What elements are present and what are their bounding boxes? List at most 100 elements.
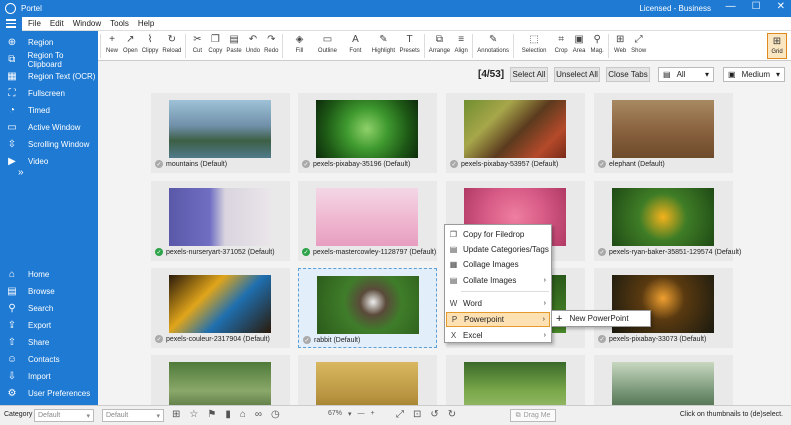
context-item-collage-images[interactable]: ▦ Collage Images — [446, 257, 550, 272]
thumbnail-card[interactable] — [298, 355, 437, 405]
check-circle-icon[interactable]: ✓ — [303, 336, 311, 344]
context-item-excel[interactable]: X Excel › — [446, 328, 550, 343]
thumbnail-card[interactable]: ✓ pexels-pixabay-53957 (Default) — [446, 93, 585, 173]
ribbon-copy-button[interactable]: ❐ Copy — [206, 31, 224, 54]
ribbon-clippy-button[interactable]: ⌇ Clippy — [140, 31, 161, 54]
thumbnail-card[interactable]: ✓ pexels-couleur-2317904 (Default) — [151, 268, 290, 348]
sidebar-item-fullscreen[interactable]: ⛶ Fullscreen — [0, 85, 98, 102]
thumbnail-card[interactable] — [151, 355, 290, 405]
sidebar-item-user-preferences[interactable]: ⚙ User Preferences — [0, 385, 98, 402]
menu-tools[interactable]: Tools — [110, 19, 129, 28]
bookmark-icon[interactable]: ▮ — [225, 409, 231, 420]
tag-icon[interactable]: ⌂ — [240, 409, 246, 420]
context-item-update-categories-tags[interactable]: ▤ Update Categories/Tags — [446, 242, 550, 257]
check-circle-icon[interactable]: ✓ — [302, 160, 310, 168]
thumbnail-image[interactable] — [316, 362, 418, 405]
ribbon-selection-button[interactable]: ⬚ Selection — [516, 31, 552, 54]
thumbnail-card[interactable]: ✓ pexels-mastercowley-1128797 (Default) — [298, 181, 437, 261]
select-all-button[interactable]: Select All — [510, 67, 548, 82]
zoom-out-icon[interactable]: — — [358, 410, 365, 418]
sidebar-item-scrolling-window[interactable]: ⇳ Scrolling Window — [0, 136, 98, 153]
sidebar-item-region[interactable]: ⊕ Region — [0, 34, 98, 51]
ribbon-web-button[interactable]: ⊞ Web — [611, 31, 629, 54]
minimize-button[interactable]: — — [726, 1, 736, 12]
ribbon-redo-button[interactable]: ↷ Redo — [262, 31, 280, 54]
ribbon-font-button[interactable]: A Font — [341, 31, 369, 54]
thumbnail-image[interactable] — [169, 362, 271, 405]
sidebar-item-search[interactable]: ⚲ Search — [0, 300, 98, 317]
sidebar-item-share[interactable]: ⇧ Share — [0, 334, 98, 351]
context-item-copy-for-filedrop[interactable]: ❐ Copy for Filedrop — [446, 227, 550, 242]
sidebar-item-export[interactable]: ⇪ Export — [0, 317, 98, 334]
sidebar-item-browse[interactable]: ▤ Browse — [0, 283, 98, 300]
thumbnail-image[interactable] — [612, 362, 714, 405]
thumbnail-image[interactable] — [317, 276, 419, 334]
thumbnail-image[interactable] — [612, 188, 714, 246]
context-item-collate-images[interactable]: ▤ Collate Images › — [446, 273, 550, 288]
ribbon-cut-button[interactable]: ✂ Cut — [188, 31, 206, 54]
thumbnail-image[interactable] — [316, 100, 418, 158]
zoom-in-icon[interactable]: + — [371, 410, 375, 418]
ribbon-fill-button[interactable]: ◈ Fill — [285, 31, 313, 54]
thumbnail-image[interactable] — [612, 100, 714, 158]
sidebar-expand-icon[interactable]: » — [18, 167, 24, 178]
thumbnail-card[interactable]: ✓ rabbit (Default) — [298, 268, 437, 348]
thumbnail-image[interactable] — [464, 362, 566, 405]
rotate-right-icon[interactable]: ↻ — [448, 409, 456, 420]
ribbon-show-button[interactable]: ⤢ Show — [629, 31, 648, 54]
zoom-control[interactable]: 67% ▾ — + — [328, 410, 375, 418]
thumbnail-size-select[interactable]: ▣ Medium ▾ — [723, 67, 785, 82]
close-button[interactable]: ✕ — [777, 1, 785, 12]
maximize-button[interactable]: ☐ — [752, 1, 761, 12]
fit-icon[interactable]: ⤢ — [396, 409, 404, 420]
close-tabs-button[interactable]: Close Tabs — [606, 67, 650, 82]
hamburger-menu-icon[interactable] — [0, 16, 22, 31]
menu-edit[interactable]: Edit — [50, 19, 64, 28]
check-circle-icon[interactable]: ✓ — [598, 248, 606, 256]
ribbon-new-button[interactable]: + New — [103, 31, 121, 54]
thumbnail-image[interactable] — [169, 100, 271, 158]
ribbon-outline-button[interactable]: ▭ Outline — [313, 31, 341, 54]
link-icon[interactable]: ∞ — [255, 409, 262, 420]
ribbon-crop-button[interactable]: ⌗ Crop — [552, 31, 570, 54]
sidebar-item-import[interactable]: ⇩ Import — [0, 368, 98, 385]
ribbon-reload-button[interactable]: ↻ Reload — [160, 31, 183, 54]
powerpoint-submenu[interactable]: + New PowerPoint — [551, 310, 651, 327]
check-circle-icon[interactable]: ✓ — [155, 160, 163, 168]
category-select[interactable]: Default ▾ — [34, 409, 94, 422]
context-item-powerpoint[interactable]: P Powerpoint › — [446, 312, 550, 327]
sidebar-item-video[interactable]: ▶ Video — [0, 153, 98, 170]
thumbnail-card[interactable]: ✓ elephant (Default) — [594, 93, 733, 173]
thumbnail-image[interactable] — [464, 100, 566, 158]
thumbnail-card[interactable]: ✓ pexels-ryan-baker-35851-129574 (Default… — [594, 181, 741, 261]
sidebar-item-region-text-ocr[interactable]: ▦ Region Text (OCR) — [0, 68, 98, 85]
sidebar-item-timed[interactable]: ◔ Timed — [0, 102, 98, 119]
ribbon-annotations-button[interactable]: ✎ Annotations — [475, 31, 511, 54]
check-circle-icon[interactable]: ✓ — [450, 160, 458, 168]
ribbon-arrange-button[interactable]: ⧉ Arrange — [427, 31, 452, 54]
check-circle-icon[interactable]: ✓ — [155, 335, 163, 343]
grid-view-icon[interactable]: ⊞ — [172, 409, 180, 420]
check-circle-icon[interactable]: ✓ — [598, 335, 606, 343]
ribbon-align-button[interactable]: ≡ Align — [452, 31, 470, 54]
filter-select[interactable]: ▤ All ▾ — [658, 67, 714, 82]
star-icon[interactable]: ☆ — [189, 409, 198, 420]
check-circle-icon[interactable]: ✓ — [302, 248, 310, 256]
sidebar-item-active-window[interactable]: ▭ Active Window — [0, 119, 98, 136]
rotate-left-icon[interactable]: ↺ — [430, 409, 438, 420]
ribbon-area-button[interactable]: ▣ Area — [570, 31, 588, 54]
unselect-all-button[interactable]: Unselect All — [554, 67, 600, 82]
ribbon-open-button[interactable]: ↗ Open — [121, 31, 140, 54]
menu-window[interactable]: Window — [73, 19, 101, 28]
ribbon-presets-button[interactable]: T Presets — [397, 31, 421, 54]
new-powerpoint-item[interactable]: New PowerPoint — [569, 314, 628, 323]
ribbon-undo-button[interactable]: ↶ Undo — [244, 31, 262, 54]
ribbon-highlight-button[interactable]: ✎ Highlight — [369, 31, 397, 54]
thumbnail-card[interactable]: ✓ mountains (Default) — [151, 93, 290, 173]
actual-size-icon[interactable]: ⊡ — [413, 409, 421, 420]
sidebar-item-region-to-clipboard[interactable]: ⧉ Region To Clipboard — [0, 51, 98, 69]
grid-view-button[interactable]: ⊞ Grid — [767, 33, 787, 59]
check-circle-icon[interactable]: ✓ — [598, 160, 606, 168]
menu-help[interactable]: Help — [138, 19, 154, 28]
flag-icon[interactable]: ⚑ — [207, 409, 216, 420]
